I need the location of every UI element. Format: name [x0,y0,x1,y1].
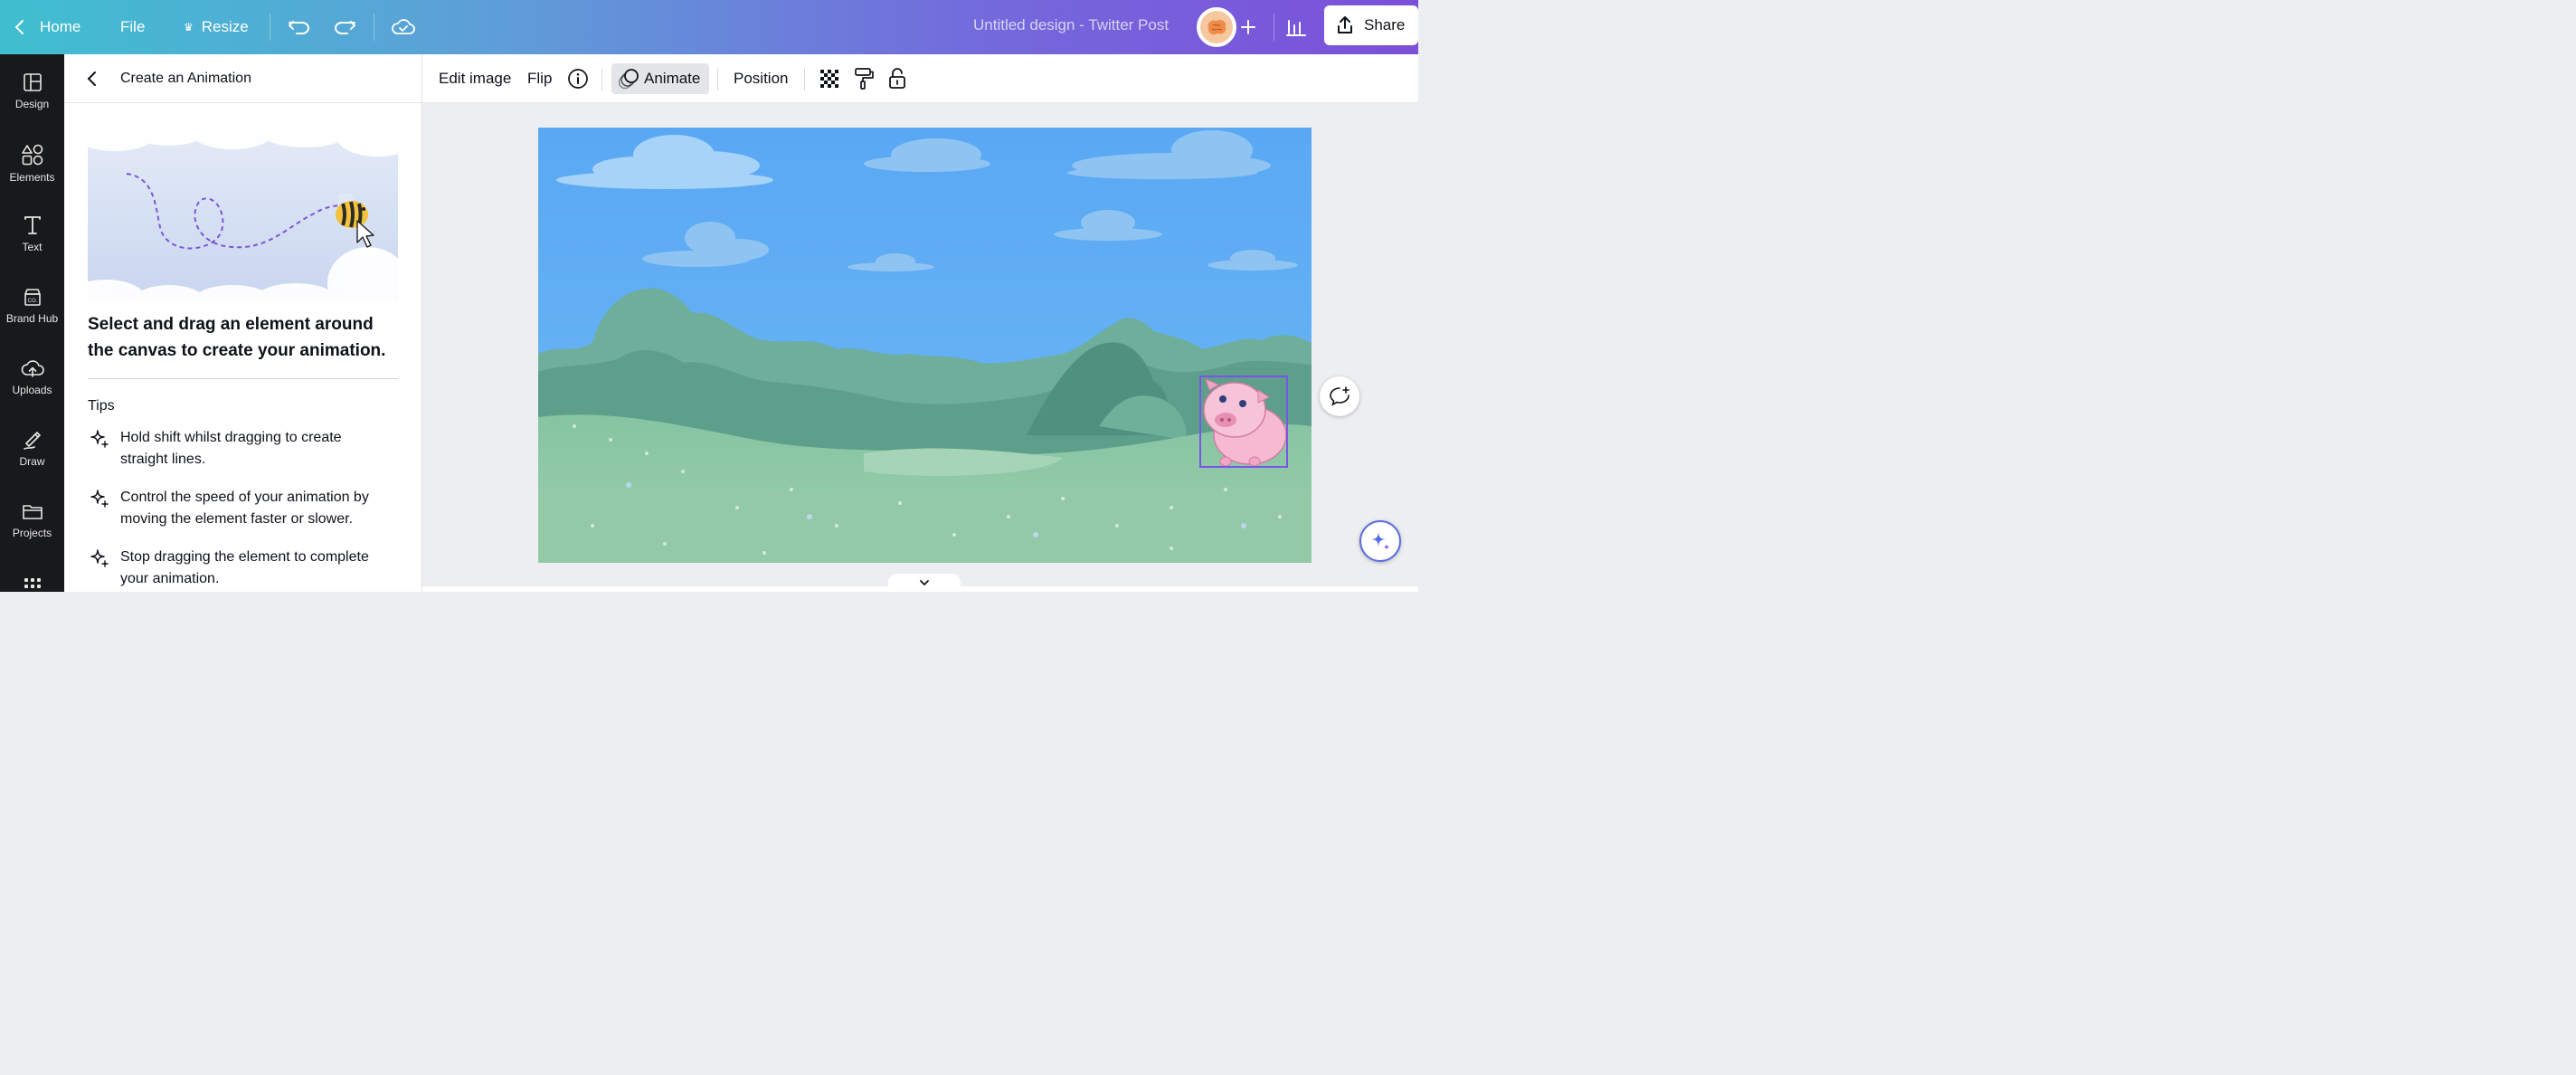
rail-label: Elements [9,171,55,184]
magic-sparkle-icon [1371,532,1390,550]
magic-assistant-button[interactable] [1359,520,1401,562]
svg-text:CO.: CO. [27,299,37,304]
panel-header: Create an Animation [64,54,422,103]
pen-icon [23,431,41,450]
side-navigation: Design Elements Text CO. Brand Hub Uploa… [0,54,64,592]
rail-item-text[interactable]: Text [0,215,64,253]
chevron-left-icon [13,19,27,35]
undo-icon [289,21,309,34]
panel-divider [88,378,398,379]
edit-image-button[interactable]: Edit image [439,54,511,103]
rail-item-draw[interactable]: Draw [0,430,64,468]
share-button[interactable]: Share [1324,5,1418,45]
invite-button[interactable] [1239,0,1257,54]
flip-button[interactable]: Flip [527,54,552,103]
apps-grid-icon [24,578,41,588]
position-button[interactable]: Position [734,54,788,103]
info-icon [568,69,588,89]
animation-panel: Create an Animation Select and drag an e… [64,54,422,592]
toolbar-divider [804,69,805,90]
layout-icon [23,73,42,91]
bar-chart-icon [1286,20,1306,36]
folder-icon [22,505,43,519]
tip-item: Stop dragging the element to complete yo… [88,547,400,590]
animate-button[interactable]: Animate [611,63,709,94]
text-icon [24,216,41,234]
tips-heading: Tips [88,398,115,414]
toolbar-divider [717,69,718,90]
file-menu-button[interactable]: File [120,0,145,54]
sparkle-icon [90,549,109,567]
tip-text: Stop dragging the element to complete yo… [120,549,369,586]
animate-icon [618,69,639,90]
comment-plus-icon [1330,386,1350,406]
chevron-left-icon [87,71,96,86]
add-comment-button[interactable] [1320,376,1359,416]
expand-pages-button[interactable] [888,574,961,592]
undo-button[interactable] [288,0,311,54]
brand-icon: CO. [24,289,41,306]
tip-item: Hold shift whilst dragging to create str… [88,427,400,471]
edit-image-label: Edit image [439,70,512,87]
brain-avatar-icon [1200,11,1233,43]
save-status-button[interactable] [391,0,416,54]
paint-roller-icon [855,68,874,90]
rail-item-projects[interactable]: Projects [0,501,64,539]
tip-text: Hold shift whilst dragging to create str… [120,430,342,467]
context-toolbar: Edit image Flip Animate Position [422,54,1418,103]
position-label: Position [734,70,789,87]
transparency-button[interactable] [819,54,840,103]
top-bar: Home File ♛ Resize Untitled design - Twi… [0,0,1418,54]
rail-item-apps[interactable] [0,577,64,597]
cloud-upload-icon [21,360,44,377]
rail-item-design[interactable]: Design [0,72,64,110]
lock-button[interactable] [887,54,907,103]
redo-icon [335,21,355,34]
toolbar-divider [601,69,602,90]
file-label: File [120,18,146,35]
rail-label: Draw [19,455,45,468]
document-title[interactable]: Untitled design - Twitter Post [973,16,1169,34]
home-button[interactable]: Home [13,0,80,54]
design-canvas[interactable] [538,128,1312,563]
copy-style-button[interactable] [853,54,875,103]
transparency-icon [820,70,838,88]
instruction-text: Select and drag an element around the ca… [88,315,386,360]
rail-label: Projects [12,527,52,539]
tip-item: Control the speed of your animation by m… [88,487,400,530]
panel-back-button[interactable] [84,70,100,92]
avatar[interactable] [1197,7,1236,47]
rail-label: Text [22,241,43,253]
flip-label: Flip [527,70,553,87]
rail-label: Brand Hub [5,312,59,325]
tip-text: Control the speed of your animation by m… [120,490,369,527]
animation-illustration [88,128,398,300]
rail-label: Uploads [12,384,52,396]
share-icon [1338,16,1352,33]
panel-title: Create an Animation [120,71,251,86]
cloud-check-icon [392,19,415,34]
shapes-icon [21,144,43,166]
chevron-down-icon [920,580,929,586]
info-button[interactable] [567,54,589,103]
sparkle-icon [90,430,109,448]
home-label: Home [40,18,81,35]
rail-item-brand-hub[interactable]: CO. Brand Hub [0,287,64,325]
sparkle-icon [90,490,109,508]
insights-button[interactable] [1285,0,1307,54]
rail-item-elements[interactable]: Elements [0,144,64,184]
crown-icon: ♛ [184,21,194,33]
animate-label: Animate [644,70,701,87]
rail-item-uploads[interactable]: Uploads [0,358,64,396]
resize-button[interactable]: ♛ Resize [184,0,249,54]
share-label: Share [1364,16,1406,33]
redo-button[interactable] [333,0,356,54]
resize-label: Resize [201,18,249,35]
rail-label: Design [14,98,50,110]
unlock-icon [889,68,905,89]
plus-icon [1241,20,1255,34]
selection-box[interactable] [1199,376,1288,468]
